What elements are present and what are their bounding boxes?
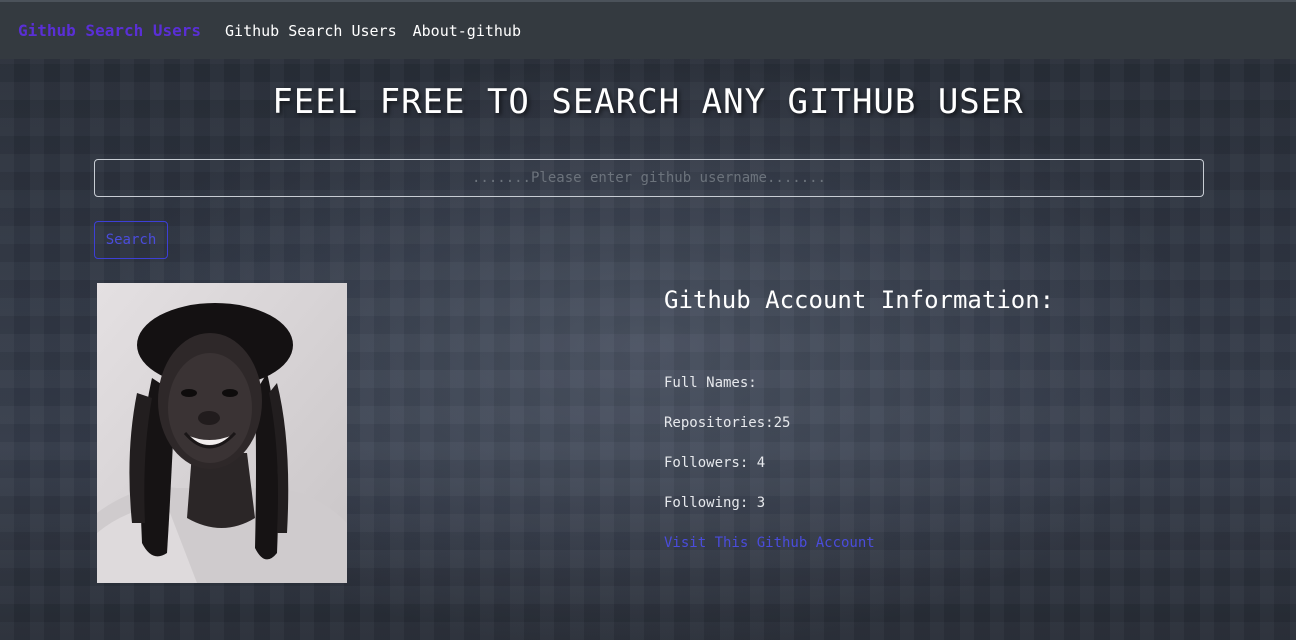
following-label: Following: 3 bbox=[664, 495, 766, 511]
page-title: FEEL FREE TO SEARCH ANY GITHUB USER bbox=[272, 82, 1024, 122]
user-avatar bbox=[97, 283, 347, 583]
nav-link-github-search-users[interactable]: Github Search Users bbox=[225, 22, 397, 40]
full-names-label: Full Names: bbox=[664, 375, 757, 391]
user-avatar-image bbox=[97, 283, 347, 583]
account-info-heading: Github Account Information: bbox=[664, 286, 1055, 314]
search-input[interactable] bbox=[94, 159, 1204, 197]
visit-account-link[interactable]: Visit This Github Account bbox=[664, 535, 875, 551]
navbar: Github Search Users Github Search Users … bbox=[0, 0, 1296, 59]
search-button[interactable]: Search bbox=[94, 221, 168, 259]
repositories-label: Repositories:25 bbox=[664, 415, 791, 431]
followers-label: Followers: 4 bbox=[664, 455, 766, 471]
nav-link-about-github[interactable]: About-github bbox=[413, 22, 521, 40]
navbar-brand[interactable]: Github Search Users bbox=[18, 21, 201, 40]
